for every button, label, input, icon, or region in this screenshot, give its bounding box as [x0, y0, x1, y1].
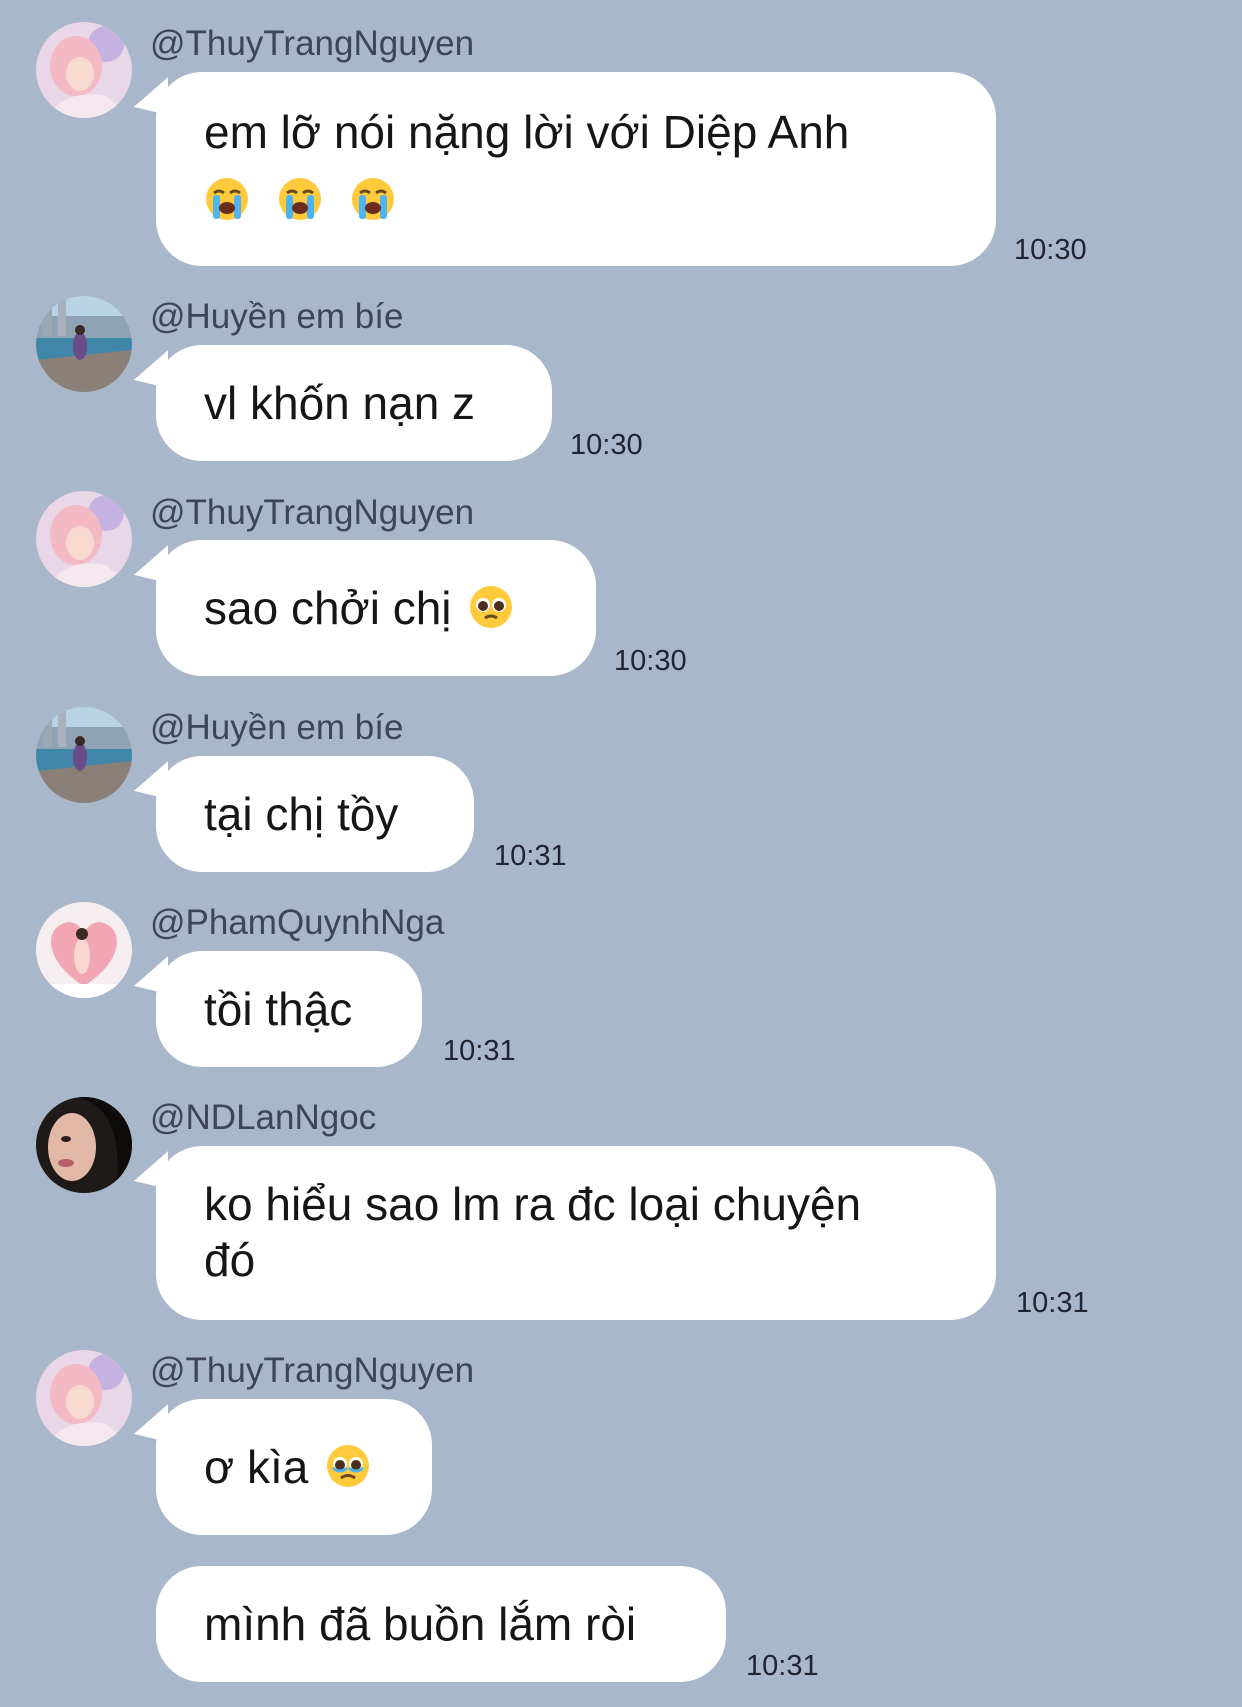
timestamp: 10:30: [614, 645, 687, 677]
avatar-huyen[interactable]: [36, 296, 132, 392]
pleading-face-icon: [468, 584, 514, 630]
emoji-row: [204, 172, 948, 228]
sender-name: @Huyền em bíe: [150, 297, 404, 336]
loudly-crying-face-icon: [204, 176, 250, 222]
avatar-thuytrang[interactable]: [36, 22, 132, 118]
message-bubble[interactable]: em lỡ nói nặng lời với Diệp Anh: [156, 72, 996, 266]
timestamp: 10:30: [570, 429, 643, 461]
chat-thread: @ThuyTrangNguyen em lỡ nói nặng lời với …: [0, 0, 1242, 1707]
message-text: tồi thậc: [204, 983, 353, 1035]
avatar-ndlanngoc[interactable]: [36, 1097, 132, 1193]
timestamp: 10:31: [443, 1035, 516, 1067]
sender-name: @NDLanNgoc: [150, 1098, 377, 1137]
sender-name: @PhamQuynhNga: [150, 903, 445, 942]
message-bubble[interactable]: sao chởi chị: [156, 540, 596, 676]
message-bubble[interactable]: ko hiểu sao lm ra đc loại chuyện đó: [156, 1146, 996, 1320]
loudly-crying-face-icon: [277, 176, 323, 222]
avatar-thuytrang[interactable]: [36, 1350, 132, 1446]
sender-name: @ThuyTrangNguyen: [150, 24, 475, 63]
message-text: em lỡ nói nặng lời với Diệp Anh: [204, 106, 850, 158]
message-text: tại chị tồy: [204, 788, 399, 840]
avatar-thuytrang[interactable]: [36, 491, 132, 587]
sender-name: @ThuyTrangNguyen: [150, 1351, 475, 1390]
message-bubble[interactable]: tồi thậc: [156, 951, 422, 1067]
loudly-crying-face-icon: [350, 176, 396, 222]
message-text: vl khốn nạn z: [204, 377, 476, 429]
message-bubble[interactable]: vl khốn nạn z: [156, 345, 552, 461]
message-text: ko hiểu sao lm ra đc loại chuyện đó: [204, 1178, 862, 1286]
message-bubble[interactable]: ơ kìa: [156, 1399, 432, 1535]
message-text: mình đã buồn lắm ròi: [204, 1598, 637, 1650]
sender-name: @Huyền em bíe: [150, 708, 404, 747]
sender-name: @ThuyTrangNguyen: [150, 493, 475, 532]
avatar-phamquynhnga[interactable]: [36, 902, 132, 998]
timestamp: 10:30: [1014, 234, 1087, 266]
message-text: sao chởi chị: [204, 582, 452, 634]
message-bubble[interactable]: mình đã buồn lắm ròi: [156, 1566, 726, 1682]
face-holding-back-tears-icon: [325, 1443, 371, 1489]
message-bubble[interactable]: tại chị tồy: [156, 756, 474, 872]
avatar-huyen[interactable]: [36, 707, 132, 803]
message-text: ơ kìa: [204, 1441, 309, 1493]
timestamp: 10:31: [746, 1650, 819, 1682]
timestamp: 10:31: [494, 840, 567, 872]
timestamp: 10:31: [1016, 1287, 1089, 1319]
